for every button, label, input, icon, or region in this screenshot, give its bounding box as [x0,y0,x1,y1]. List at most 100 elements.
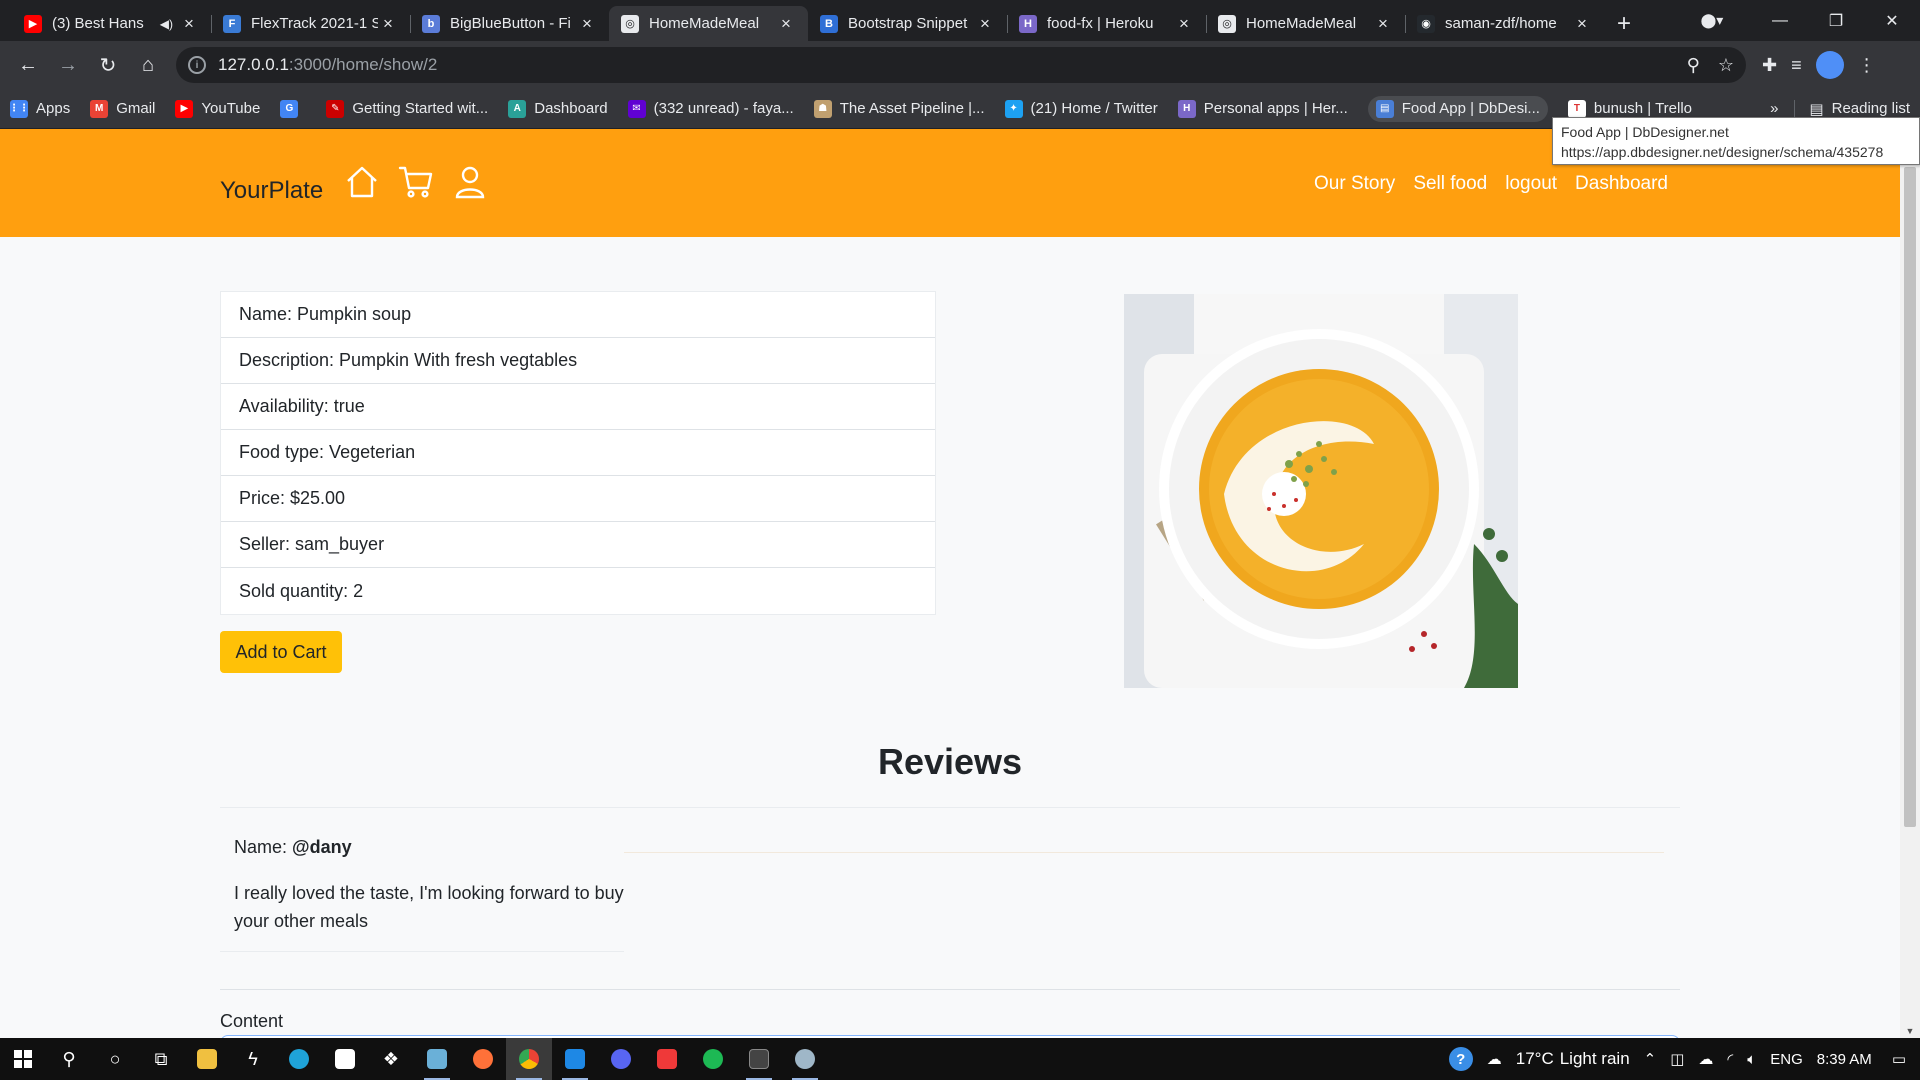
browser-tab[interactable]: Hfood-fx | Heroku × [1007,6,1206,41]
store-icon[interactable] [322,1038,368,1080]
tab-close-icon[interactable]: × [975,14,995,34]
windows-start-icon[interactable] [0,1038,46,1080]
clock[interactable]: 8:39 AM [1817,1051,1872,1068]
firefox-icon[interactable] [460,1038,506,1080]
language-indicator[interactable]: ENG [1770,1051,1803,1068]
terminal-icon[interactable] [736,1038,782,1080]
bookmark-item[interactable]: ✎ Getting Started wit... [326,99,488,118]
browser-tab[interactable]: B Bootstrap Snippet × [808,6,1007,41]
tab-close-icon[interactable]: × [776,14,796,34]
cortana-icon[interactable]: ○ [92,1038,138,1080]
browser-tab[interactable]: ▶ (3) Best Hans ◀) × [12,6,211,41]
new-tab-button[interactable]: + [1604,6,1644,41]
home-icon[interactable] [344,164,380,200]
discord-icon[interactable] [598,1038,644,1080]
tab-close-icon[interactable]: × [1174,14,1194,34]
bookmark-item[interactable]: ☗ The Asset Pipeline |... [813,99,985,118]
user-icon[interactable] [452,164,488,200]
extensions-icon[interactable]: ✚ [1762,55,1777,76]
bookmark-item[interactable]: ▤ Food App | DbDesi... [1367,95,1548,122]
close-window-icon[interactable]: ✕ [1864,0,1920,41]
tab-favicon-icon: ◎ [621,14,639,33]
notifications-icon[interactable]: ▭ [1892,1050,1906,1068]
browser-tab[interactable]: b BigBlueButton - Fi × [410,6,609,41]
address-bar[interactable]: i 127.0.0.1:3000/home/show/2 ⚲ ☆ [176,47,1746,83]
task-view-icon[interactable]: ⧉ [138,1038,184,1080]
tab-title: BigBlueButton - Fi [450,15,571,32]
scroll-down-icon[interactable]: ▼ [1900,1026,1920,1036]
zoom-icon[interactable]: ⚲ [1687,55,1700,76]
onedrive-icon[interactable]: ☁ [1698,1050,1713,1068]
edge-icon[interactable] [276,1038,322,1080]
bookmark-item[interactable]: ⋮⋮ Apps [9,99,70,118]
brand-logo[interactable]: YourPlate [220,177,323,205]
add-to-cart-button[interactable]: Add to Cart [220,631,342,673]
volume-icon[interactable]: 🔈︎ [1747,1051,1756,1068]
profile-avatar[interactable] [1815,51,1844,79]
terminal-bolt-icon[interactable]: ϟ [230,1038,276,1080]
nav-link-sell-food[interactable]: Sell food [1413,173,1487,195]
tab-close-icon[interactable]: × [378,14,398,34]
browser-tab[interactable]: ◎ HomeMadeMeal × [1206,6,1405,41]
bookmark-label: Personal apps | Her... [1203,100,1348,117]
home-icon[interactable]: ⌂ [128,45,168,85]
bookmark-item[interactable]: ✦ (21) Home / Twitter [1004,99,1158,118]
reload-icon[interactable]: ↻ [88,45,128,85]
bookmarks-overflow-icon[interactable]: » [1770,100,1778,117]
spotify-icon[interactable] [690,1038,736,1080]
nav-link-dashboard[interactable]: Dashboard [1575,173,1668,195]
back-icon[interactable]: ← [8,45,48,85]
weather-condition[interactable]: Light rain [1560,1049,1630,1069]
bookmark-star-icon[interactable]: ☆ [1718,55,1734,76]
meet-now-icon[interactable]: ◫ [1670,1050,1684,1068]
bookmark-item[interactable]: ▶ YouTube [175,99,260,118]
nav-link-our-story[interactable]: Our Story [1314,173,1395,195]
scroll-thumb[interactable] [1904,167,1916,827]
bookmark-favicon-icon: H [1177,99,1196,118]
dropbox-icon[interactable]: ❖ [368,1038,414,1080]
review-name-label: Name: [234,837,293,857]
tab-close-icon[interactable]: × [577,14,597,34]
food-details-list: Name: Pumpkin soup Description: Pumpkin … [220,291,936,615]
weather-cloud-icon: ☁ [1486,1051,1502,1068]
reading-list-button[interactable]: ▤ Reading list [1794,99,1910,118]
file-explorer-icon[interactable] [184,1038,230,1080]
chevron-up-icon[interactable]: ⌃ [1644,1050,1657,1068]
browser-tab[interactable]: ◎ HomeMadeMeal × [609,6,808,41]
tab-close-icon[interactable]: × [179,14,199,34]
bookmark-item[interactable]: M Gmail [90,99,155,118]
tab-audio-icon[interactable]: ◀) [160,17,173,31]
wifi-icon[interactable]: ◜ [1727,1050,1733,1068]
app-icon[interactable] [782,1038,828,1080]
vscode-icon[interactable] [552,1038,598,1080]
bookmark-label: (21) Home / Twitter [1030,100,1158,117]
weather-temperature[interactable]: 17°C [1516,1049,1554,1069]
tab-close-icon[interactable]: × [1572,14,1592,34]
menu-icon[interactable]: ⋮ [1858,55,1876,76]
vivaldi-icon[interactable] [644,1038,690,1080]
browser-tab[interactable]: ◉ saman-zdf/home × [1405,6,1604,41]
media-controls-icon[interactable]: ≡ [1791,55,1802,76]
divider [220,951,624,952]
tab-search-icon[interactable]: ⬤▾ [1692,12,1732,29]
bookmark-item[interactable]: H Personal apps | Her... [1177,99,1348,118]
bookmark-label: (332 unread) - faya... [653,100,794,117]
tab-close-icon[interactable]: × [1373,14,1393,34]
bookmark-item[interactable]: G [280,99,306,118]
notes-app-icon[interactable] [414,1038,460,1080]
browser-tab[interactable]: F FlexTrack 2021-1 S × [211,6,410,41]
restore-icon[interactable]: ❐ [1808,0,1864,41]
page-scrollbar[interactable]: ▲ ▼ [1900,129,1920,1038]
bookmark-item[interactable]: Tbunush | Trello [1567,99,1692,118]
search-icon[interactable]: ⚲ [46,1038,92,1080]
detail-availability: Availability: true [221,384,935,430]
cart-icon[interactable] [398,164,434,200]
forward-icon[interactable]: → [48,45,88,85]
chrome-icon[interactable] [506,1038,552,1080]
bookmark-item[interactable]: A Dashboard [508,99,608,118]
help-icon[interactable]: ? [1448,1047,1473,1071]
nav-link-logout[interactable]: logout [1505,173,1557,195]
bookmark-item[interactable]: ✉ (332 unread) - faya... [627,99,794,118]
minimize-icon[interactable]: — [1752,0,1808,41]
site-info-icon[interactable]: i [188,56,206,74]
